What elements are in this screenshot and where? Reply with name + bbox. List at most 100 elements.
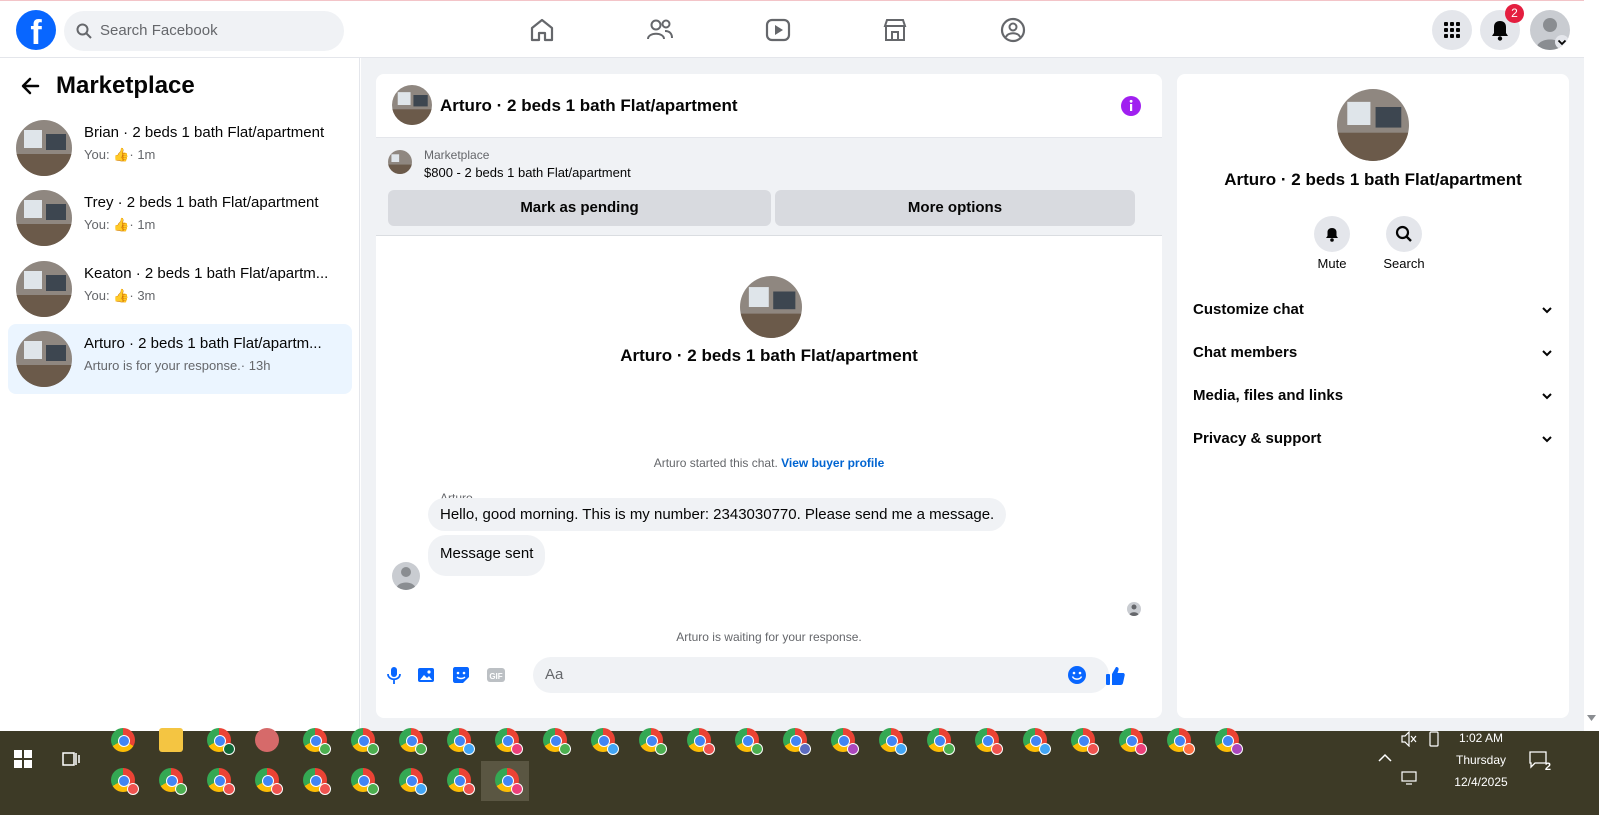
chevron-down-icon	[1542, 436, 1552, 443]
search-input[interactable]: Search Facebook	[64, 11, 344, 51]
chevron-up-icon[interactable]	[1378, 753, 1392, 763]
chevron-down-icon	[1542, 307, 1552, 314]
chat-avatar[interactable]	[392, 85, 432, 125]
bell-icon	[1326, 228, 1338, 242]
windows-taskbar: 1:02 AM Thursday 12/4/2025 2	[0, 728, 1599, 815]
chrome-profile-icon[interactable]	[351, 728, 379, 755]
chrome-profile-icon-active[interactable]	[495, 768, 523, 795]
chrome-profile-icon[interactable]	[303, 768, 331, 795]
message-prefix: You:	[84, 288, 110, 303]
chrome-profile-icon[interactable]	[1167, 728, 1195, 755]
clock-time[interactable]: 1:02 AM	[1441, 731, 1521, 745]
chrome-profile-icon[interactable]	[303, 728, 331, 755]
chrome-profile-icon[interactable]	[831, 728, 859, 755]
snipping-tool-icon[interactable]	[255, 728, 279, 752]
message-bubble[interactable]: Hello, good morning. This is my number: …	[428, 498, 1007, 531]
top-navigation-bar: f Search Facebook 2	[0, 0, 1584, 58]
view-buyer-profile-link[interactable]: View buyer profile	[781, 456, 884, 470]
chrome-profile-icon[interactable]	[1215, 728, 1243, 755]
chrome-profile-icon[interactable]	[207, 728, 235, 755]
chrome-profile-icon[interactable]	[399, 728, 427, 755]
details-avatar[interactable]	[1337, 89, 1409, 161]
chrome-profile-icon[interactable]	[1023, 728, 1051, 755]
groups-icon[interactable]	[996, 13, 1030, 47]
customize-chat-section[interactable]: Customize chat	[1193, 290, 1553, 330]
mute-button[interactable]: Mute	[1292, 216, 1372, 271]
chrome-profile-icon[interactable]	[687, 728, 715, 755]
chrome-profile-icon[interactable]	[447, 728, 475, 755]
clock-day[interactable]: Thursday	[1441, 753, 1521, 767]
sticker-icon[interactable]	[451, 665, 471, 685]
chrome-profile-icon[interactable]	[543, 728, 571, 755]
action-center-button[interactable]: 2	[1529, 751, 1551, 773]
chrome-profile-icon[interactable]	[111, 768, 139, 795]
microphone-icon[interactable]	[384, 665, 404, 685]
listing-thumbnail	[16, 331, 72, 387]
marketplace-icon[interactable]	[878, 13, 912, 47]
chrome-profile-icon[interactable]	[351, 768, 379, 795]
gif-icon[interactable]: GIF	[486, 665, 506, 685]
chat-members-section[interactable]: Chat members	[1193, 333, 1553, 373]
scroll-down-arrow-icon[interactable]	[1587, 715, 1596, 721]
grid-icon	[1444, 22, 1460, 38]
device-icon[interactable]	[1427, 731, 1441, 747]
marketplace-sidebar: Marketplace Brian · 2 beds 1 bath Flat/a…	[0, 58, 360, 731]
sender-avatar[interactable]	[392, 562, 420, 590]
listing-thumbnail[interactable]	[388, 150, 412, 174]
account-avatar[interactable]	[1530, 10, 1570, 50]
chrome-profile-icon[interactable]	[1119, 728, 1147, 755]
chrome-profile-icon[interactable]	[879, 728, 907, 755]
video-icon[interactable]	[761, 13, 795, 47]
home-icon[interactable]	[525, 13, 559, 47]
file-explorer-icon[interactable]	[159, 728, 183, 752]
chrome-profile-icon[interactable]	[207, 768, 235, 795]
chat-title[interactable]: Arturo · 2 beds 1 bath Flat/apartment	[440, 96, 738, 116]
info-icon[interactable]	[1120, 95, 1142, 117]
chrome-profile-icon[interactable]	[639, 728, 667, 755]
message-prefix: You:	[84, 217, 110, 232]
conversation-meta: You: 👍· 1m	[84, 217, 155, 233]
network-icon[interactable]	[1401, 771, 1417, 785]
menu-button[interactable]	[1432, 10, 1472, 50]
more-options-button[interactable]: More options	[775, 190, 1135, 226]
back-arrow-icon[interactable]	[20, 76, 40, 96]
marketplace-label: Marketplace	[424, 148, 490, 162]
chrome-profile-icon[interactable]	[255, 768, 283, 795]
chrome-profile-icon[interactable]	[735, 728, 763, 755]
media-files-links-section[interactable]: Media, files and links	[1193, 376, 1553, 416]
mark-as-pending-button[interactable]: Mark as pending	[388, 190, 771, 226]
message-bubble[interactable]: Message sent	[428, 535, 546, 576]
chrome-profile-icon[interactable]	[399, 768, 427, 795]
clock-date[interactable]: 12/4/2025	[1441, 775, 1521, 789]
windows-start-icon[interactable]	[14, 750, 32, 768]
volume-muted-icon[interactable]	[1401, 731, 1417, 747]
chrome-taskbar-icon[interactable]	[111, 728, 135, 752]
section-label: Customize chat	[1193, 301, 1304, 318]
chrome-profile-icon[interactable]	[591, 728, 619, 755]
conversation-item[interactable]: Brian · 2 beds 1 bath Flat/apartment You…	[8, 113, 352, 183]
friends-icon[interactable]	[643, 13, 677, 47]
chrome-profile-icon[interactable]	[975, 728, 1003, 755]
emoji-icon[interactable]	[1067, 665, 1087, 685]
like-icon[interactable]	[1104, 665, 1126, 687]
notifications-button[interactable]: 2	[1480, 4, 1524, 50]
conversation-item[interactable]: Keaton · 2 beds 1 bath Flat/apartm... Yo…	[8, 254, 352, 324]
conversation-meta: Arturo is for your response.· 13h	[84, 358, 270, 373]
search-in-chat-button[interactable]: Search	[1364, 216, 1444, 271]
chrome-profile-icon[interactable]	[447, 768, 475, 795]
notification-badge: 2	[1505, 4, 1524, 23]
chrome-profile-icon[interactable]	[495, 728, 523, 755]
task-view-icon[interactable]	[62, 750, 80, 768]
chrome-profile-icon[interactable]	[783, 728, 811, 755]
privacy-support-section[interactable]: Privacy & support	[1193, 419, 1553, 459]
chrome-profile-icon[interactable]	[927, 728, 955, 755]
message-input[interactable]: Aa	[533, 657, 1109, 693]
facebook-logo[interactable]: f	[16, 10, 56, 50]
conversation-item[interactable]: Trey · 2 beds 1 bath Flat/apartment You:…	[8, 183, 352, 253]
conversation-item-active[interactable]: Arturo · 2 beds 1 bath Flat/apartm... Ar…	[8, 324, 352, 394]
chrome-profile-icon[interactable]	[159, 768, 187, 795]
photo-icon[interactable]	[416, 665, 436, 685]
page-scrollbar[interactable]	[1584, 0, 1599, 731]
listing-price-title[interactable]: $800 - 2 beds 1 bath Flat/apartment	[424, 165, 631, 180]
chrome-profile-icon[interactable]	[1071, 728, 1099, 755]
